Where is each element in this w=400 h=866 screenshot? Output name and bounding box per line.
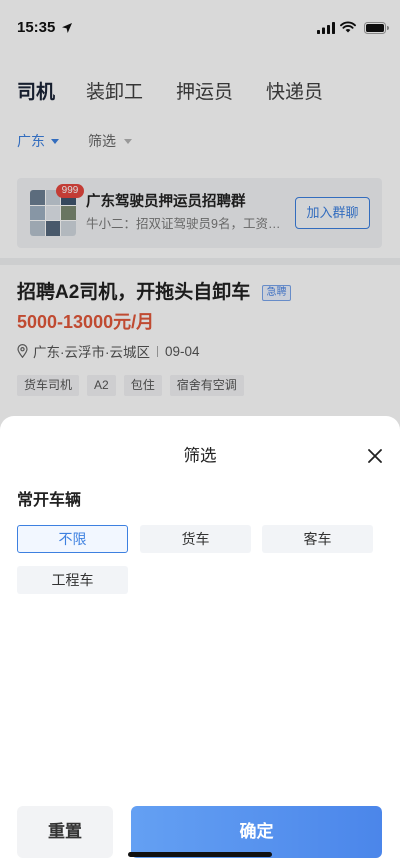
filter-sheet: 筛选 常开车辆 不限 货车 客车 工程车 重置 确定 <box>0 416 400 866</box>
confirm-button[interactable]: 确定 <box>131 806 382 858</box>
option-engineering-vehicle[interactable]: 工程车 <box>17 566 128 594</box>
sheet-title: 筛选 <box>183 447 217 465</box>
vehicle-section-label: 常开车辆 <box>17 492 82 509</box>
option-unlimited[interactable]: 不限 <box>17 525 128 553</box>
close-icon[interactable] <box>367 448 383 464</box>
reset-button[interactable]: 重置 <box>17 806 113 858</box>
option-truck[interactable]: 货车 <box>140 525 251 553</box>
option-bus[interactable]: 客车 <box>262 525 373 553</box>
home-indicator <box>128 852 272 857</box>
